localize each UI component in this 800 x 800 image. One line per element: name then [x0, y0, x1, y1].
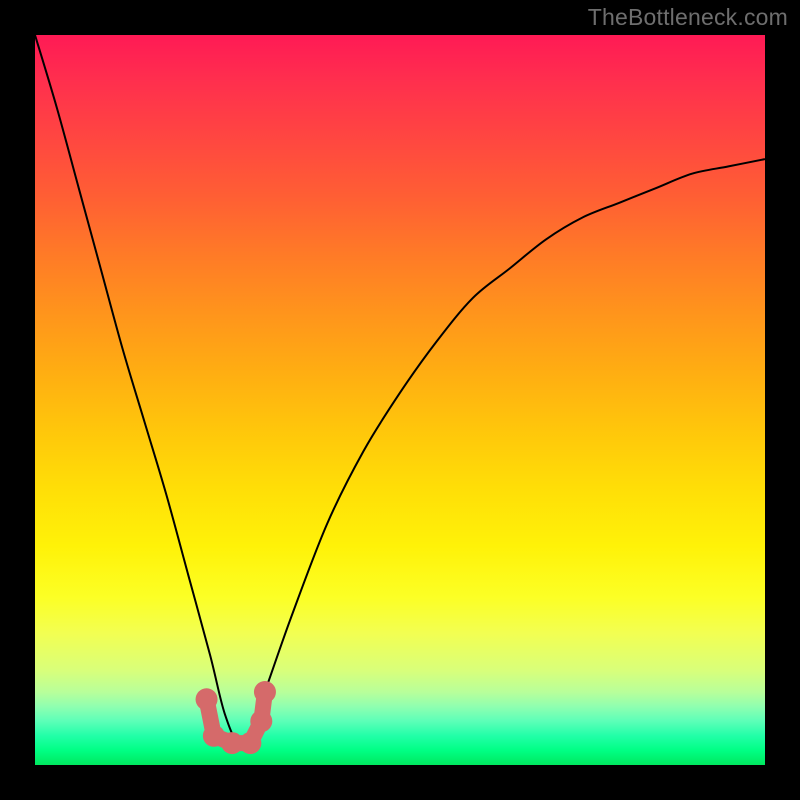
watermark-text: TheBottleneck.com	[588, 4, 788, 31]
marker-dot	[239, 732, 261, 754]
chart-frame: TheBottleneck.com	[0, 0, 800, 800]
marker-dot	[196, 688, 218, 710]
marker-dot	[250, 710, 272, 732]
marker-dot	[254, 681, 276, 703]
plot-area	[35, 35, 765, 765]
marker-cluster	[35, 35, 765, 765]
